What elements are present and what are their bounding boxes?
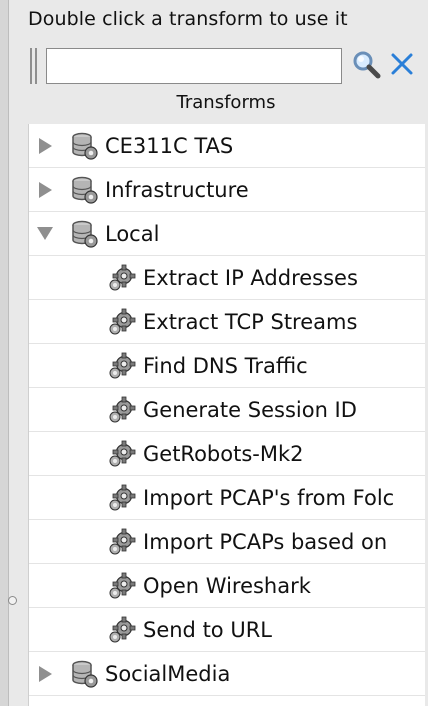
transform-item[interactable]: GetRobots-Mk2	[29, 432, 425, 476]
transform-label: Extract TCP Streams	[143, 309, 358, 334]
expand-arrow-icon[interactable]	[33, 178, 57, 202]
gear-icon	[107, 307, 137, 337]
transform-label: Import PCAP's from Folc	[143, 485, 395, 510]
transforms-heading: Transforms	[176, 92, 276, 113]
clear-search-button[interactable]	[384, 48, 420, 84]
server-database-icon	[69, 175, 99, 205]
gear-icon	[107, 483, 137, 513]
gear-icon	[107, 527, 137, 557]
search-button[interactable]	[348, 48, 384, 84]
transform-item[interactable]: Import PCAP's from Folc	[29, 476, 425, 520]
tree-category-infrastructure[interactable]: Infrastructure	[29, 168, 425, 212]
category-label: CE311C TAS	[105, 133, 234, 158]
splitter-grip[interactable]	[8, 596, 17, 605]
tree-category-local[interactable]: Local	[29, 212, 425, 256]
gear-icon	[107, 351, 137, 381]
gear-icon	[107, 439, 137, 469]
transform-label: Import PCAPs based on	[143, 529, 388, 554]
server-database-icon	[69, 131, 99, 161]
transform-item[interactable]: Send to URL	[29, 608, 425, 652]
expand-arrow-icon[interactable]	[33, 662, 57, 686]
gear-icon	[107, 263, 137, 293]
magnifier-icon	[351, 49, 381, 83]
search-input[interactable]	[46, 48, 342, 84]
instruction-text: Double click a transform to use it	[28, 8, 348, 30]
transform-item[interactable]: Import PCAPs based on	[29, 520, 425, 564]
gear-icon	[107, 571, 137, 601]
transform-label: Open Wireshark	[143, 573, 311, 598]
transform-item[interactable]: Open Wireshark	[29, 564, 425, 608]
expand-arrow-icon[interactable]	[33, 134, 57, 158]
transform-item[interactable]: Extract TCP Streams	[29, 300, 425, 344]
transform-tree: CE311C TAS Infrastructure Local Extract …	[28, 124, 425, 706]
search-bar	[28, 44, 416, 88]
transform-item[interactable]: Find DNS Traffic	[29, 344, 425, 388]
transform-item[interactable]: Generate Session ID	[29, 388, 425, 432]
transform-label: GetRobots-Mk2	[143, 441, 304, 466]
tree-category-socialmedia[interactable]: SocialMedia	[29, 652, 425, 696]
gear-icon	[107, 395, 137, 425]
server-database-icon	[69, 219, 99, 249]
category-label: Local	[105, 221, 160, 246]
server-database-icon	[69, 659, 99, 689]
transform-item[interactable]: Extract IP Addresses	[29, 256, 425, 300]
transform-label: Generate Session ID	[143, 397, 357, 422]
transform-label: Send to URL	[143, 617, 272, 642]
gear-icon	[107, 615, 137, 645]
close-icon	[389, 51, 415, 81]
transform-label: Extract IP Addresses	[143, 265, 358, 290]
category-label: SocialMedia	[105, 661, 231, 686]
transform-label: Find DNS Traffic	[143, 353, 308, 378]
collapse-arrow-icon[interactable]	[33, 222, 57, 246]
category-label: Infrastructure	[105, 177, 249, 202]
toolbar-drag-handle[interactable]	[28, 48, 40, 84]
tree-category-ce311c-tas[interactable]: CE311C TAS	[29, 124, 425, 168]
